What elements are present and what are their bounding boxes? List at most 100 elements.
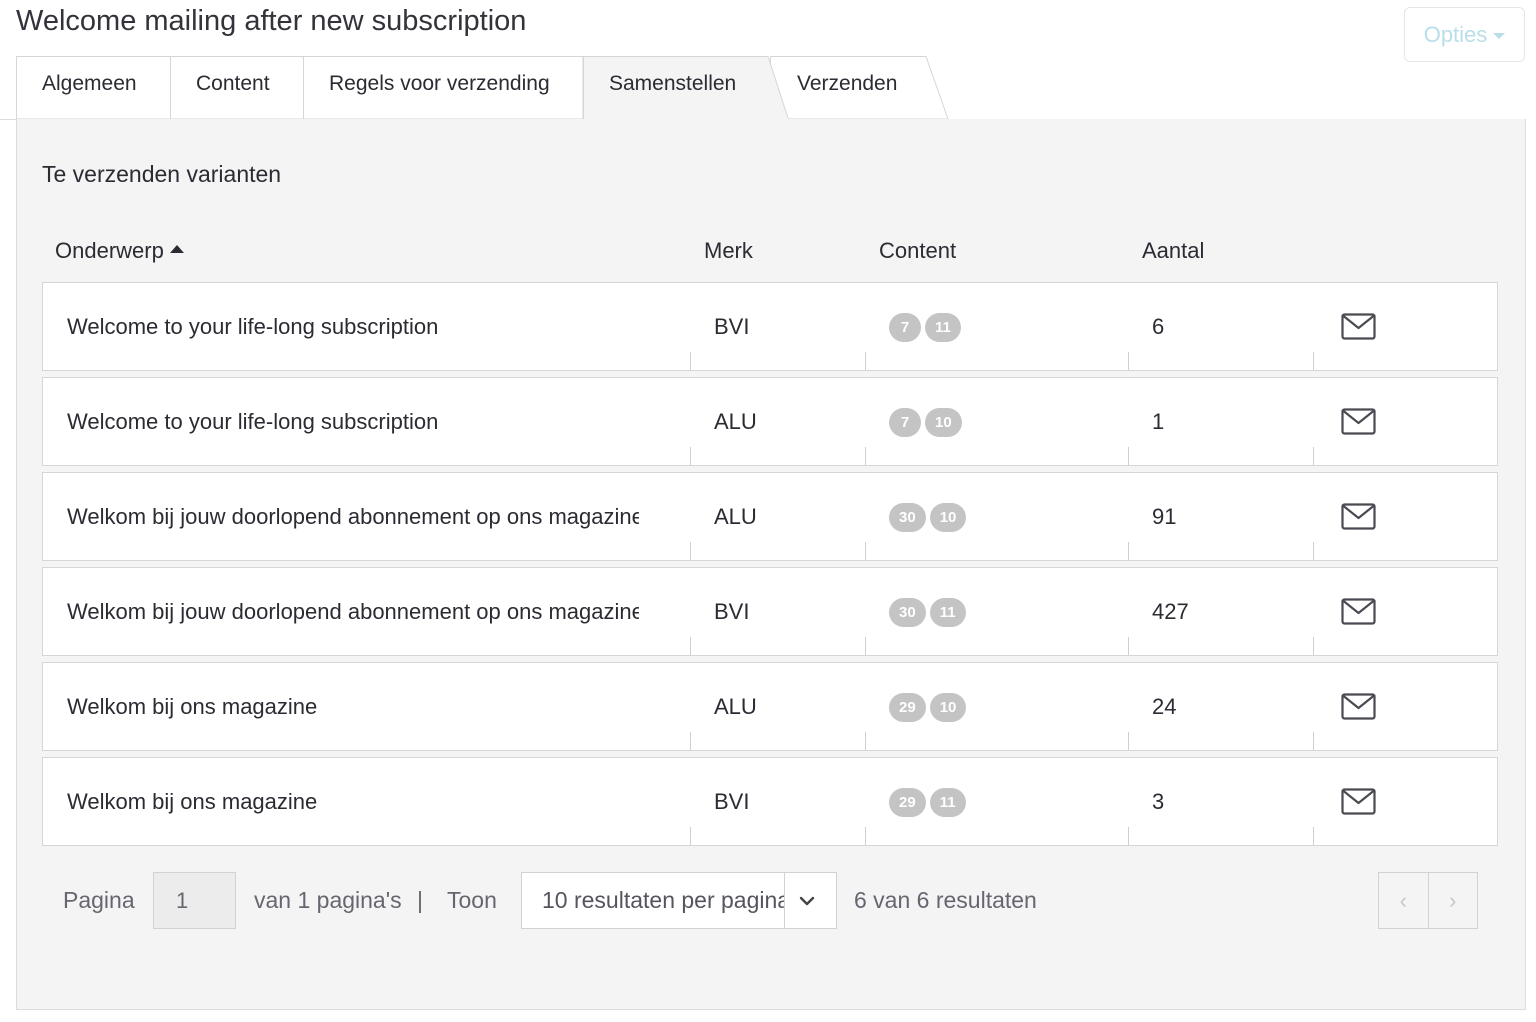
send-mail-button[interactable] xyxy=(1341,758,1376,845)
results-count: 6 van 6 resultaten xyxy=(854,887,1037,913)
row-subject: Welcome to your life-long subscription xyxy=(67,313,439,339)
content-badge: 29 xyxy=(889,693,926,722)
per-page-select[interactable]: 10 resultaten per pagina xyxy=(521,872,837,929)
content-badge: 11 xyxy=(929,788,966,817)
content-badge: 7 xyxy=(889,313,921,342)
row-content-badges: 30 10 xyxy=(889,473,967,560)
page-label: Pagina xyxy=(63,887,135,913)
column-divider xyxy=(865,637,866,655)
row-count: 3 xyxy=(1152,788,1165,814)
row-brand: ALU xyxy=(714,693,757,719)
show-label: Toon xyxy=(447,887,497,913)
tab-samenstellen[interactable]: Samenstellen xyxy=(609,72,736,96)
send-mail-button[interactable] xyxy=(1341,568,1376,655)
content-badge: 30 xyxy=(889,503,926,532)
tab-bar: Algemeen Content Regels voor verzending … xyxy=(0,0,1536,120)
envelope-icon xyxy=(1341,693,1376,720)
content-badge: 11 xyxy=(929,598,966,627)
tab-regels-voor-verzending[interactable]: Regels voor verzending xyxy=(329,72,550,96)
select-divider xyxy=(784,873,785,928)
row-content-badges: 7 11 xyxy=(889,283,961,370)
column-divider xyxy=(690,542,691,560)
envelope-icon xyxy=(1341,788,1376,815)
content-badge: 11 xyxy=(925,313,961,342)
content-badge: 30 xyxy=(889,598,926,627)
content-badge: 7 xyxy=(889,408,921,437)
column-divider xyxy=(690,827,691,845)
envelope-icon xyxy=(1341,503,1376,530)
row-count: 1 xyxy=(1152,408,1165,434)
row-brand: BVI xyxy=(714,598,750,624)
row-brand: ALU xyxy=(714,408,757,434)
column-header-subject-label: Onderwerp xyxy=(55,238,164,263)
row-brand: BVI xyxy=(714,313,750,339)
column-divider xyxy=(1128,447,1129,465)
next-page-button[interactable]: › xyxy=(1427,873,1478,928)
tab-algemeen[interactable]: Algemeen xyxy=(42,72,137,96)
row-subject: Welcome to your life-long subscription xyxy=(67,408,439,434)
content-badge: 10 xyxy=(929,693,967,722)
tab-verzenden[interactable]: Verzenden xyxy=(797,72,897,96)
column-divider xyxy=(1313,352,1314,370)
column-header-brand[interactable]: Merk xyxy=(704,238,753,264)
column-divider xyxy=(1128,542,1129,560)
row-count: 91 xyxy=(1152,503,1177,529)
row-subject: Welkom bij ons magazine xyxy=(67,693,318,719)
tab-shapes xyxy=(0,56,1526,120)
column-divider xyxy=(1128,637,1129,655)
table-row: Welcome to your life-long subscription B… xyxy=(42,282,1498,371)
row-count: 24 xyxy=(1152,693,1177,719)
row-subject: Welkom bij jouw doorlopend abonnement op… xyxy=(67,598,639,624)
column-divider xyxy=(690,732,691,750)
column-divider xyxy=(690,352,691,370)
send-mail-button[interactable] xyxy=(1341,473,1376,560)
column-divider xyxy=(1313,447,1314,465)
table-row: Welkom bij ons magazine BVI 29 11 3 xyxy=(42,757,1498,846)
content-badge: 10 xyxy=(929,503,967,532)
row-brand: BVI xyxy=(714,788,750,814)
column-header-count[interactable]: Aantal xyxy=(1142,238,1204,264)
column-divider xyxy=(865,352,866,370)
column-divider xyxy=(1313,827,1314,845)
column-divider xyxy=(690,637,691,655)
row-content-badges: 29 11 xyxy=(889,758,966,845)
column-divider xyxy=(1313,542,1314,560)
send-mail-button[interactable] xyxy=(1341,663,1376,750)
column-divider xyxy=(1128,827,1129,845)
column-divider xyxy=(690,447,691,465)
row-content-badges: 29 10 xyxy=(889,663,967,750)
section-title: Te verzenden varianten xyxy=(42,161,282,187)
pager-separator: | xyxy=(417,887,423,913)
prev-page-button[interactable]: ‹ xyxy=(1379,873,1428,928)
column-divider xyxy=(865,542,866,560)
column-divider xyxy=(865,827,866,845)
row-subject: Welkom bij ons magazine xyxy=(67,788,318,814)
row-count: 6 xyxy=(1152,313,1165,339)
envelope-icon xyxy=(1341,598,1376,625)
per-page-value: 10 resultaten per pagina xyxy=(542,887,784,913)
column-header-content[interactable]: Content xyxy=(879,238,956,264)
row-content-badges: 7 10 xyxy=(889,378,962,465)
column-divider xyxy=(865,732,866,750)
chevron-down-icon xyxy=(799,896,815,906)
row-count: 427 xyxy=(1152,598,1189,624)
column-divider xyxy=(1128,352,1129,370)
column-divider xyxy=(865,447,866,465)
envelope-icon xyxy=(1341,408,1376,435)
page-number-input[interactable] xyxy=(153,872,236,929)
column-divider xyxy=(1313,637,1314,655)
tab-content[interactable]: Content xyxy=(196,72,270,96)
send-mail-button[interactable] xyxy=(1341,378,1376,465)
pagination: Pagina van 1 pagina's | Toon 10 resultat… xyxy=(0,872,1536,929)
content-badge: 29 xyxy=(889,788,926,817)
row-content-badges: 30 11 xyxy=(889,568,966,655)
row-brand: ALU xyxy=(714,503,757,529)
sort-up-icon xyxy=(169,245,184,253)
row-subject: Welkom bij jouw doorlopend abonnement op… xyxy=(67,503,639,529)
table-row: Welcome to your life-long subscription A… xyxy=(42,377,1498,466)
table-row: Welkom bij jouw doorlopend abonnement op… xyxy=(42,472,1498,561)
page-nav: ‹ › xyxy=(1378,872,1478,929)
column-divider xyxy=(1313,732,1314,750)
send-mail-button[interactable] xyxy=(1341,283,1376,370)
column-header-subject[interactable]: Onderwerp xyxy=(55,238,184,264)
